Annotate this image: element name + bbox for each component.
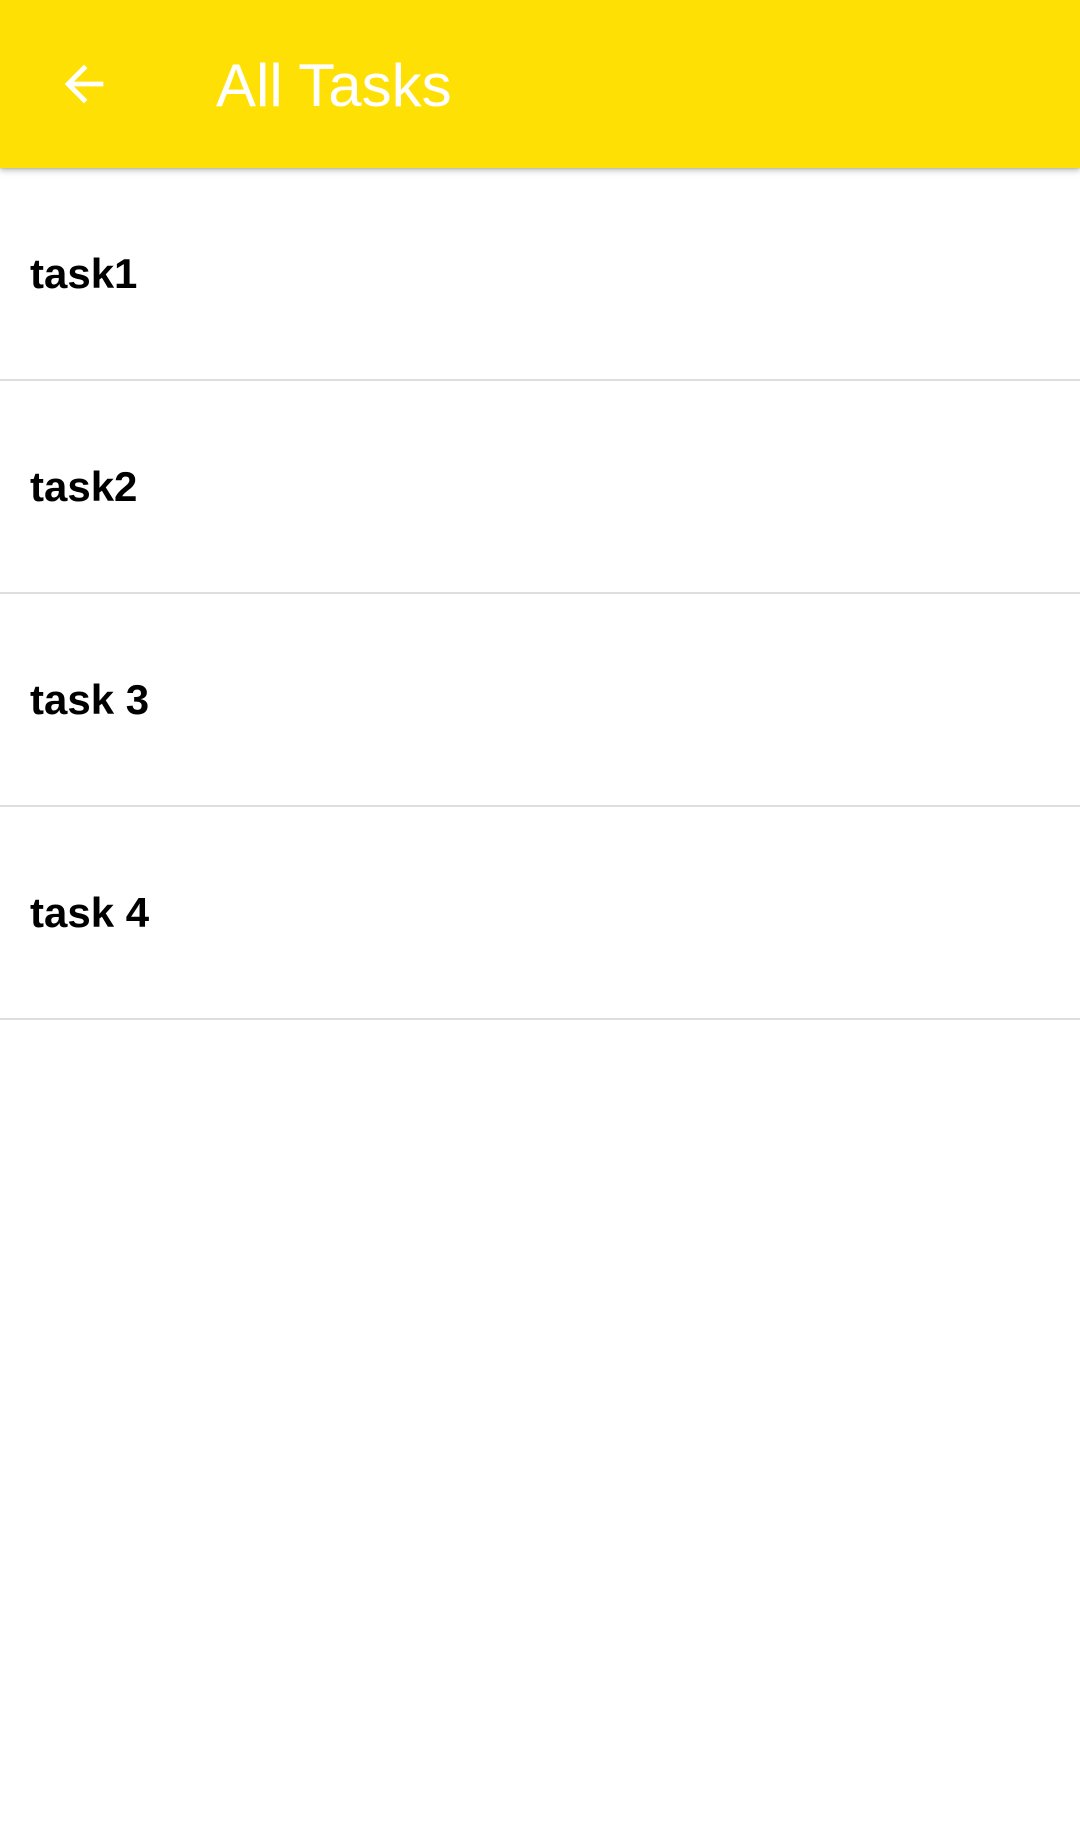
page-title: All Tasks: [216, 52, 452, 119]
back-button[interactable]: [36, 36, 132, 132]
task-list-item-3[interactable]: task 3: [0, 594, 1080, 807]
task-label: task1: [30, 249, 138, 297]
task-list-item-1[interactable]: task1: [0, 168, 1080, 381]
task-list-item-4[interactable]: task 4: [0, 807, 1080, 1020]
task-list: task1 task2 task 3 task 4: [0, 168, 1080, 1020]
task-label: task 3: [30, 675, 150, 723]
task-label: task 4: [30, 888, 150, 936]
task-list-item-2[interactable]: task2: [0, 381, 1080, 594]
app-bar: All Tasks: [0, 0, 1080, 168]
task-label: task2: [30, 462, 138, 510]
arrow-back-icon: [64, 64, 104, 104]
